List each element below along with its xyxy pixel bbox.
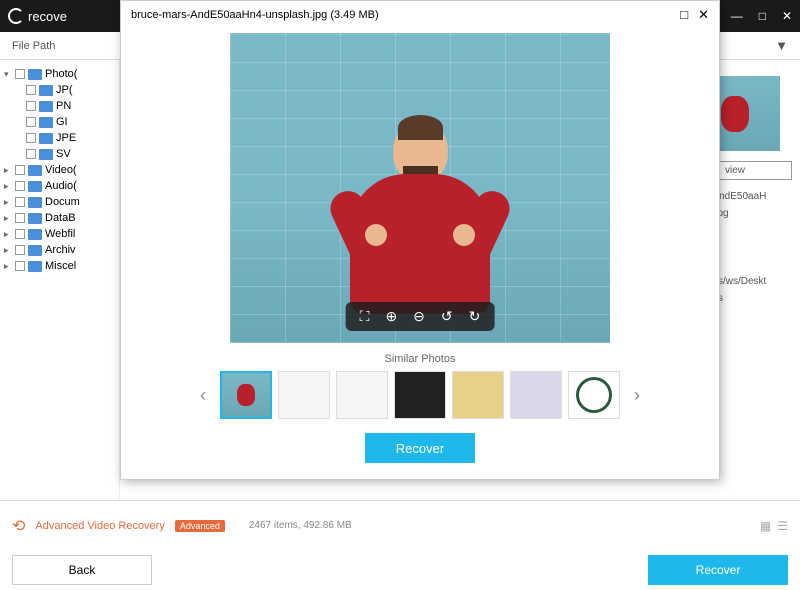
file-path-label: File Path xyxy=(12,40,55,52)
dialog-title-bar: bruce-mars-AndE50aaHn4-unsplash.jpg (3.4… xyxy=(121,1,719,29)
maximize-button[interactable]: □ xyxy=(759,9,766,23)
footer: ⟲ Advanced Video Recovery Advanced 2467 … xyxy=(0,500,800,550)
tree-item-video[interactable]: ▸Video( xyxy=(4,162,115,178)
tree-item[interactable]: JPE xyxy=(4,130,115,146)
next-arrow-icon[interactable]: › xyxy=(626,385,648,406)
thumbnail[interactable] xyxy=(220,371,272,419)
tree-item-photo[interactable]: ▾Photo( xyxy=(4,66,115,82)
zoom-out-icon[interactable]: ⊖ xyxy=(413,308,425,325)
image-toolbar: ⛶ ⊕ ⊖ ↺ ↻ xyxy=(346,302,495,331)
tree-item[interactable]: SV xyxy=(4,146,115,162)
thumbnail[interactable] xyxy=(394,371,446,419)
preview-dialog: bruce-mars-AndE50aaHn4-unsplash.jpg (3.4… xyxy=(120,0,720,480)
thumbnail[interactable] xyxy=(336,371,388,419)
tree-item[interactable]: PN xyxy=(4,98,115,114)
view-toggle: ▦ ☰ xyxy=(760,519,788,533)
rotate-right-icon[interactable]: ↻ xyxy=(469,308,481,325)
dialog-controls: □ ✕ xyxy=(680,7,709,23)
items-count: 2467 items, 492.86 MB xyxy=(249,520,352,531)
prev-arrow-icon[interactable]: ‹ xyxy=(192,385,214,406)
tree-item-db[interactable]: ▸DataB xyxy=(4,210,115,226)
tree-item[interactable]: JP( xyxy=(4,82,115,98)
tree-item[interactable]: GI xyxy=(4,114,115,130)
similar-photos-label: Similar Photos xyxy=(121,353,719,365)
back-button[interactable]: Back xyxy=(12,555,152,585)
dialog-recover-button[interactable]: Recover xyxy=(365,433,475,463)
thumbnail-strip: ‹ › xyxy=(121,371,719,419)
content-area: bruce-mars-AndE50aaHn4-unsplash.jpg (3.4… xyxy=(120,60,670,500)
main-area: ▾Photo( JP( PN GI JPE SV ▸Video( ▸Audio(… xyxy=(0,60,800,500)
fullscreen-icon[interactable]: ⛶ xyxy=(360,308,370,325)
dialog-close-button[interactable]: ✕ xyxy=(698,7,709,23)
rotate-left-icon[interactable]: ↺ xyxy=(441,308,453,325)
sidebar: ▾Photo( JP( PN GI JPE SV ▸Video( ▸Audio(… xyxy=(0,60,120,500)
app-logo: recove xyxy=(8,8,67,24)
thumbnail[interactable] xyxy=(568,371,620,419)
tree-item-misc[interactable]: ▸Miscel xyxy=(4,258,115,274)
logo-icon xyxy=(8,8,24,24)
tree-item-docs[interactable]: ▸Docum xyxy=(4,194,115,210)
tree-item-archive[interactable]: ▸Archiv xyxy=(4,242,115,258)
dialog-maximize-button[interactable]: □ xyxy=(680,7,688,23)
refresh-icon[interactable]: ⟲ xyxy=(12,516,25,536)
filter-icon[interactable]: ▼ xyxy=(775,38,788,53)
advanced-recovery-link[interactable]: Advanced Video Recovery xyxy=(35,520,164,532)
grid-view-icon[interactable]: ▦ xyxy=(760,519,771,533)
zoom-in-icon[interactable]: ⊕ xyxy=(385,308,397,325)
app-name: recove xyxy=(28,9,67,24)
recover-button[interactable]: Recover xyxy=(648,555,788,585)
tree-item-audio[interactable]: ▸Audio( xyxy=(4,178,115,194)
preview-image: ⛶ ⊕ ⊖ ↺ ↻ xyxy=(230,33,610,343)
dialog-title: bruce-mars-AndE50aaHn4-unsplash.jpg (3.4… xyxy=(131,9,379,21)
button-bar: Back Recover xyxy=(0,550,800,590)
close-button[interactable]: ✕ xyxy=(782,9,792,23)
thumbnail[interactable] xyxy=(278,371,330,419)
advanced-badge: Advanced xyxy=(175,520,225,532)
thumbnail[interactable] xyxy=(510,371,562,419)
list-view-icon[interactable]: ☰ xyxy=(777,519,788,533)
folder-icon xyxy=(28,69,42,80)
tree-item-web[interactable]: ▸Webfil xyxy=(4,226,115,242)
thumbnail[interactable] xyxy=(452,371,504,419)
minimize-button[interactable]: — xyxy=(731,9,743,23)
window-controls: — □ ✕ xyxy=(731,9,792,23)
